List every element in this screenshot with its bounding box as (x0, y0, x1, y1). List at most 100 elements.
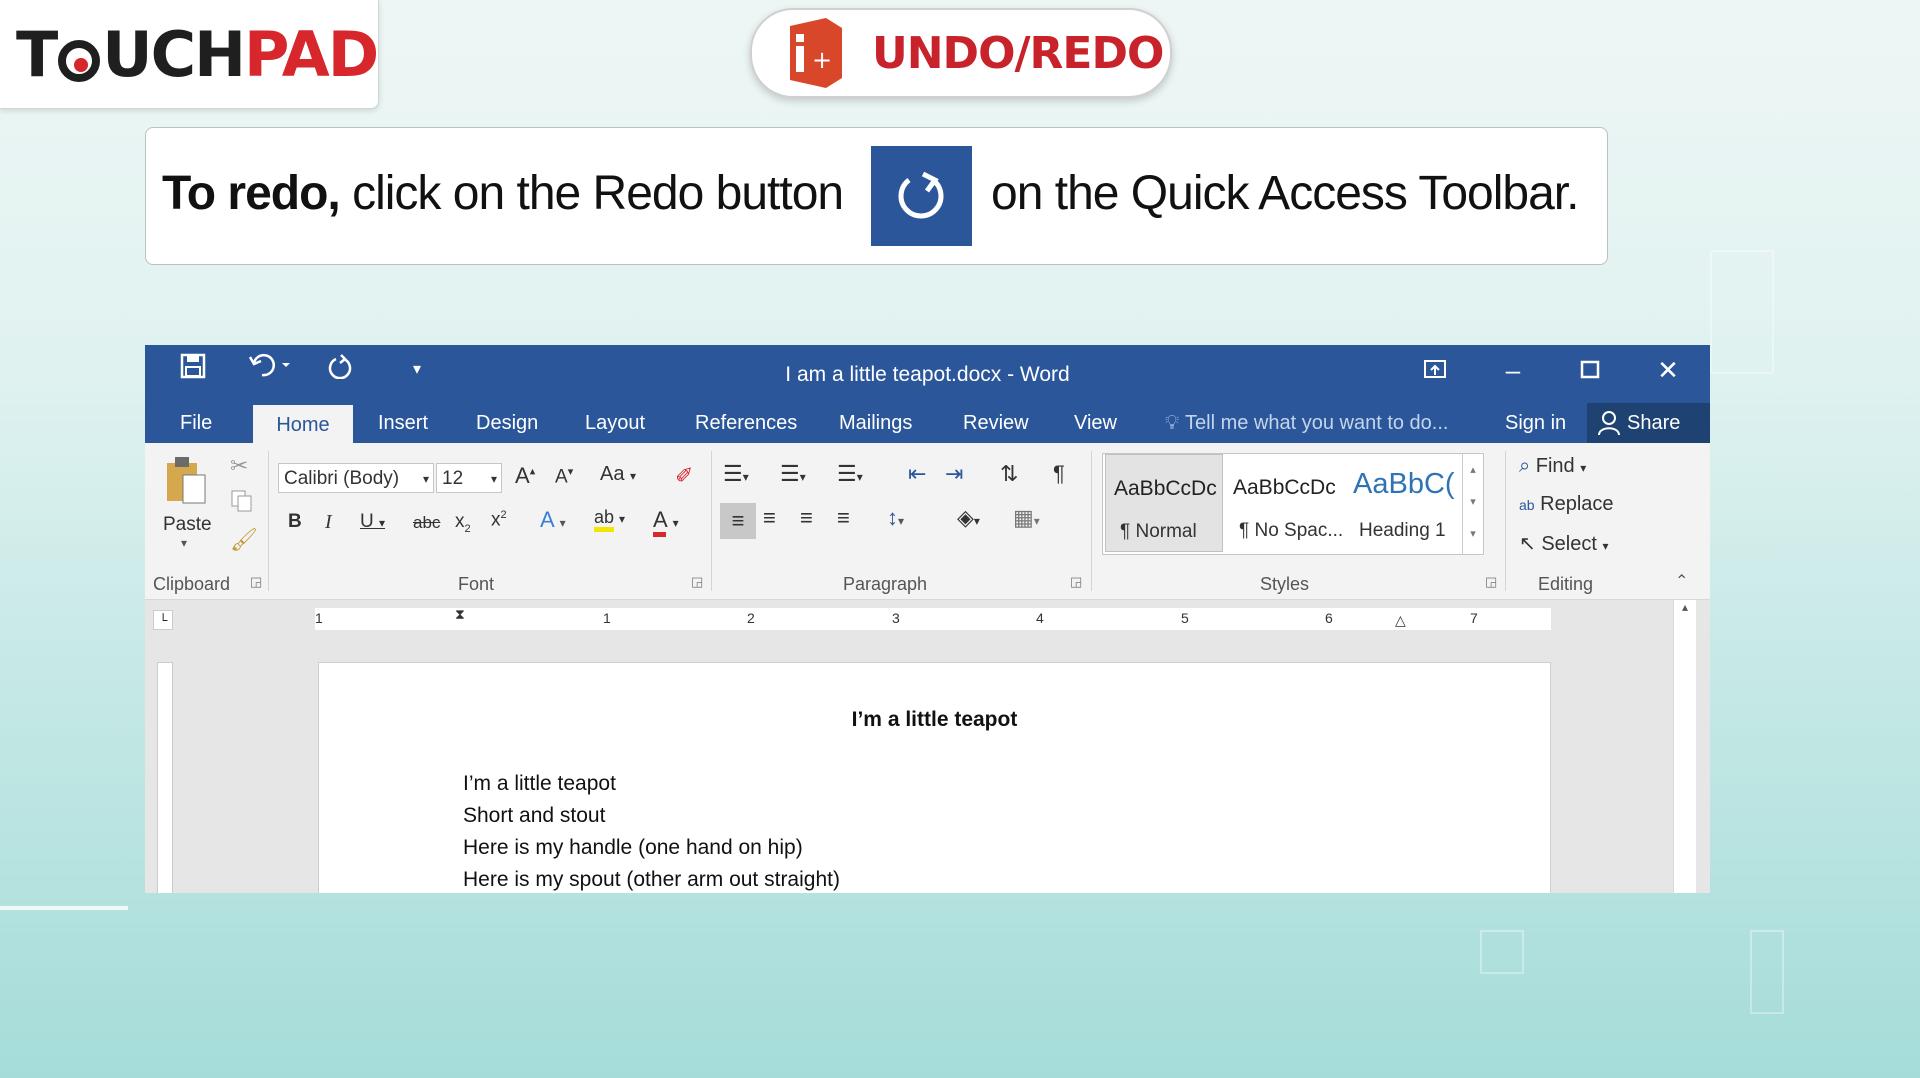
style-heading-1-name: Heading 1 (1359, 520, 1446, 541)
numbering-icon[interactable]: ☰▾ (780, 461, 806, 487)
show-formatting-icon[interactable]: ¶ (1053, 461, 1065, 487)
increase-indent-icon[interactable]: ⇥ (945, 461, 963, 487)
select-label: Select (1541, 533, 1597, 555)
ribbon-tabs: File Home Insert Design Layout Reference… (145, 403, 1710, 443)
find-button[interactable]: ⌕ Find ▾ (1519, 455, 1586, 478)
paste-button[interactable]: Paste ▾ (163, 453, 213, 563)
cut-icon[interactable]: ✂ (230, 453, 248, 479)
vertical-scrollbar[interactable]: ▴ (1673, 600, 1696, 893)
font-name-select[interactable]: Calibri (Body) ▾ (278, 463, 434, 493)
justify-icon[interactable]: ≡ (837, 505, 850, 531)
paragraph-launcher-icon[interactable]: ◲ (1070, 574, 1082, 590)
styles-scroll[interactable]: ▴ ▾ ▾ (1462, 454, 1483, 554)
person-icon (1598, 411, 1620, 436)
align-right-icon[interactable]: ≡ (800, 505, 813, 531)
lightbulb-icon: 💡︎ (1165, 412, 1179, 434)
font-size-select[interactable]: 12 ▾ (436, 463, 502, 493)
maximize-button[interactable] (1570, 355, 1610, 386)
logo-text-part2: UCH (102, 18, 246, 91)
font-name-value: Calibri (Body) (284, 468, 400, 489)
redo-icon (898, 171, 944, 219)
ribbon-home: Paste ▾ ✂ 🖌︎ Clipboard ◲ Calibri (Body) … (145, 443, 1710, 600)
select-button[interactable]: ↖ Select ▾ (1519, 531, 1609, 556)
multilevel-list-icon[interactable]: ☰▾ (837, 461, 863, 487)
paragraph-group-label: Paragraph (843, 574, 928, 594)
instruction-part1: click on the Redo button (339, 167, 844, 220)
document-page[interactable]: I’m a little teapot I’m a little teapot … (318, 662, 1551, 893)
tab-file[interactable]: File (180, 403, 212, 443)
ribbon-display-options-button[interactable] (1415, 355, 1455, 386)
bold-icon[interactable]: B (288, 511, 302, 533)
tab-insert[interactable]: Insert (378, 403, 428, 443)
styles-launcher-icon[interactable]: ◲ (1485, 574, 1497, 590)
style-no-spacing[interactable]: AaBbCcDc ¶ No Spac... (1225, 454, 1343, 552)
background-line (0, 906, 128, 910)
vertical-ruler (157, 662, 173, 893)
topic-icon: + (790, 18, 842, 88)
font-launcher-icon[interactable]: ◲ (691, 574, 703, 590)
tab-mailings[interactable]: Mailings (839, 403, 912, 443)
sort-icon[interactable]: ⇅ (1000, 461, 1018, 487)
text-effects-icon[interactable]: A ▾ (540, 507, 566, 533)
topic-header: + UNDO/REDO (750, 8, 1172, 98)
tab-references[interactable]: References (695, 403, 797, 443)
superscript-icon[interactable]: x2 (491, 509, 507, 531)
line-spacing-icon[interactable]: ↕▾ (887, 505, 904, 531)
tab-review[interactable]: Review (963, 403, 1029, 443)
word-window: ▾ I am a little teapot.docx - Word – ✕ F… (145, 345, 1710, 893)
shading-icon[interactable]: ◈▾ (957, 505, 980, 531)
logo-text-part3: PAD (244, 18, 379, 91)
shrink-font-icon[interactable]: A▾ (555, 465, 573, 488)
ruler-number: 1 (603, 610, 611, 626)
document-line: I’m a little teapot (463, 772, 616, 795)
style-heading-1-preview: AaBbC( (1353, 468, 1455, 500)
separator (268, 451, 269, 591)
grow-font-icon[interactable]: A▴ (515, 463, 535, 489)
tell-me-search[interactable]: 💡︎ Tell me what you want to do... (1165, 403, 1448, 443)
decrease-indent-icon[interactable]: ⇤ (908, 461, 926, 487)
style-heading-1[interactable]: AaBbC( Heading 1 (1345, 454, 1463, 552)
document-title: I am a little teapot.docx - Word (785, 363, 1070, 386)
highlight-icon[interactable]: ab ▾ (594, 507, 625, 532)
tab-layout[interactable]: Layout (585, 403, 645, 443)
tab-selector[interactable]: └ (153, 610, 173, 630)
tab-design[interactable]: Design (476, 403, 538, 443)
style-normal[interactable]: AaBbCcDc ¶ Normal (1105, 454, 1223, 552)
format-painter-icon[interactable]: 🖌︎ (230, 527, 258, 553)
underline-icon[interactable]: U ▾ (360, 511, 385, 533)
close-button[interactable]: ✕ (1648, 355, 1688, 386)
collapse-ribbon-icon[interactable]: ⌃ (1675, 571, 1688, 591)
copy-icon[interactable] (230, 489, 254, 519)
scroll-up-icon[interactable]: ▴ (1674, 600, 1696, 614)
indent-marker[interactable]: ⧗ (455, 606, 465, 623)
replace-icon: ab (1519, 497, 1535, 513)
clipboard-launcher-icon[interactable]: ◲ (250, 574, 262, 590)
font-color-icon[interactable]: A ▾ (653, 507, 679, 537)
minimize-button[interactable]: – (1493, 355, 1533, 386)
align-center-icon[interactable]: ≡ (763, 505, 776, 531)
change-case-button[interactable]: Aa ▾ (600, 463, 636, 486)
clear-formatting-icon[interactable]: ✐ (675, 463, 693, 489)
align-left-icon[interactable]: ≡ (720, 503, 756, 539)
horizontal-ruler: 1 1 2 3 4 5 6 7 ⧗ △ (315, 606, 1551, 630)
italic-icon[interactable]: I (325, 511, 332, 534)
borders-icon[interactable]: ▦▾ (1013, 505, 1040, 531)
tab-view[interactable]: View (1074, 403, 1117, 443)
clipboard-group-label: Clipboard (153, 574, 231, 594)
instruction-bold: To redo, (162, 167, 341, 220)
sign-in-link[interactable]: Sign in (1505, 403, 1566, 443)
tab-home[interactable]: Home (253, 405, 353, 443)
strikethrough-icon[interactable]: abc (413, 513, 440, 533)
share-button[interactable]: Share (1587, 403, 1710, 443)
share-label: Share (1627, 412, 1681, 434)
redo-icon-illustration (871, 146, 972, 246)
right-indent-marker[interactable]: △ (1395, 612, 1406, 629)
bullets-icon[interactable]: ☰▾ (723, 461, 749, 487)
style-normal-name: ¶ Normal (1120, 521, 1197, 542)
document-line: Here is my handle (one hand on hip) (463, 836, 803, 859)
replace-button[interactable]: ab Replace (1519, 493, 1614, 516)
copy-icon-svg (231, 490, 252, 512)
instruction-part2: on the Quick Access Toolbar. (991, 167, 1579, 220)
subscript-icon[interactable]: x2 (455, 511, 471, 535)
ruler-number: 3 (892, 610, 900, 626)
